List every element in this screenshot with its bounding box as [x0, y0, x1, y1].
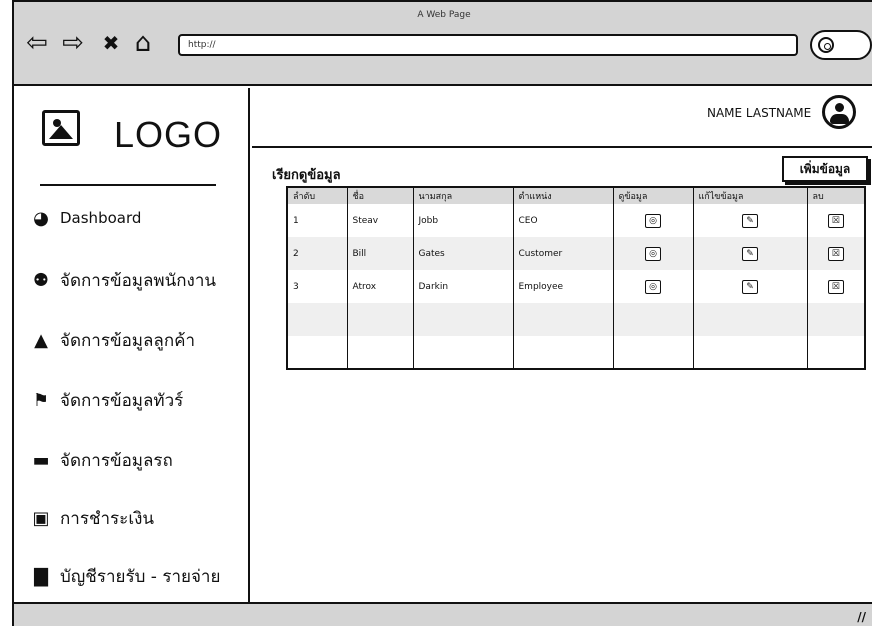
- forward-icon[interactable]: ⇨: [60, 30, 86, 56]
- sidebar-item-employees[interactable]: ⚉ จัดการข้อมูลพนักงาน: [30, 266, 216, 294]
- table-row: [287, 303, 865, 336]
- sidebar-item-label: บัญชีรายรับ - รายจ่าย: [60, 566, 221, 587]
- view-icon[interactable]: ◎: [645, 279, 661, 294]
- logo-divider: [40, 184, 216, 186]
- bar-chart-icon: ▇: [34, 565, 48, 587]
- edit-icon[interactable]: ✎: [742, 213, 758, 228]
- view-icon[interactable]: ◎: [645, 213, 661, 228]
- user-icon: ▲: [34, 329, 48, 351]
- column-header: แก้ไขข้อมูล: [692, 187, 807, 204]
- url-input[interactable]: http://: [178, 34, 798, 56]
- edit-icon[interactable]: ✎: [742, 246, 758, 261]
- sidebar-item-label: Dashboard: [60, 209, 142, 227]
- table-row: 2 Bill Gates Customer ◎ ✎ ☒: [287, 237, 865, 270]
- user-name: NAME LASTNAME: [707, 106, 812, 120]
- sidebar-item-cars[interactable]: ▬ จัดการข้อมูลรถ: [30, 446, 173, 474]
- back-icon[interactable]: ⇦: [24, 30, 50, 56]
- cell-no: [287, 336, 347, 369]
- cell-first-name: Bill: [346, 237, 413, 270]
- sidebar-item-accounts[interactable]: ▇ บัญชีรายรับ - รายจ่าย: [30, 562, 220, 590]
- sidebar-item-payments[interactable]: ▣ การชำระเงิน: [30, 504, 154, 532]
- cell-last-name: Gates: [412, 237, 513, 270]
- browser-toolbar: A Web Page ⇦ ⇨ ✖ ⌂ http://: [14, 0, 872, 86]
- sidebar-item-label: จัดการข้อมูลพนักงาน: [60, 270, 217, 291]
- dashboard-icon: ◕: [33, 207, 49, 229]
- data-table: ลำดับ ชื่อ นามสกุล ตำแหน่ง ดูข้อมูล แก้ไ…: [286, 186, 866, 370]
- logo-image-icon: [42, 110, 80, 146]
- sidebar: LOGO ◕ Dashboard ⚉ จัดการข้อมูลพนักงาน ▲…: [14, 88, 250, 602]
- sidebar-item-label: การชำระเงิน: [60, 508, 155, 529]
- cell-first-name: Steav: [346, 204, 413, 237]
- cell-position: [512, 336, 613, 369]
- sidebar-item-label: จัดการข้อมูลทัวร์: [60, 390, 184, 411]
- browser-search-button[interactable]: [810, 30, 872, 60]
- column-header: ดูข้อมูล: [612, 187, 693, 204]
- status-bar: //: [14, 602, 872, 626]
- table-row: 3 Atrox Darkin Employee ◎ ✎ ☒: [287, 270, 865, 303]
- car-icon: ▬: [32, 449, 50, 471]
- column-header: ตำแหน่ง: [512, 187, 613, 204]
- cell-no: 1: [293, 215, 299, 226]
- logo-text: LOGO: [114, 114, 223, 155]
- cell-last-name: Darkin: [412, 270, 513, 303]
- avatar-icon[interactable]: [822, 95, 856, 129]
- users-icon: ⚉: [32, 269, 50, 291]
- money-icon: ▣: [32, 507, 50, 529]
- search-icon: [818, 37, 834, 53]
- flag-icon: ⚑: [32, 389, 50, 411]
- delete-icon[interactable]: ☒: [827, 213, 844, 228]
- column-header: ลำดับ: [287, 187, 347, 204]
- cell-no: 3: [293, 281, 299, 292]
- cell-position: CEO: [512, 204, 613, 237]
- column-header: ชื่อ: [346, 187, 413, 204]
- sidebar-item-label: จัดการข้อมูลรถ: [60, 450, 173, 471]
- cell-position: [512, 303, 613, 336]
- cell-last-name: Jobb: [412, 204, 513, 237]
- cell-last-name: [412, 303, 513, 336]
- cell-position: Customer: [512, 237, 613, 270]
- table-row: [287, 336, 865, 369]
- section-title: เรียกดูข้อมูล: [272, 168, 341, 183]
- page-title: A Web Page: [417, 10, 471, 20]
- main-content: NAME LASTNAME เรียกดูข้อมูล เพิ่มข้อมูล …: [252, 88, 872, 602]
- delete-icon[interactable]: ☒: [827, 279, 844, 294]
- delete-icon[interactable]: ☒: [827, 246, 844, 261]
- header-divider: [252, 146, 872, 148]
- sidebar-item-label: จัดการข้อมูลลูกค้า: [60, 330, 196, 351]
- column-header: ลบ: [806, 187, 865, 204]
- edit-icon[interactable]: ✎: [742, 279, 758, 294]
- browser-window: A Web Page ⇦ ⇨ ✖ ⌂ http:// LOGO ◕ Dashbo…: [12, 0, 872, 626]
- stop-icon[interactable]: ✖: [98, 30, 124, 56]
- add-data-button[interactable]: เพิ่มข้อมูล: [782, 156, 868, 182]
- cell-first-name: [346, 303, 413, 336]
- cell-first-name: Atrox: [346, 270, 413, 303]
- column-header: นามสกุล: [412, 187, 513, 204]
- sidebar-item-dashboard[interactable]: ◕ Dashboard: [30, 204, 141, 232]
- resize-grip-icon[interactable]: //: [857, 610, 866, 624]
- cell-no: [287, 303, 347, 336]
- cell-last-name: [412, 336, 513, 369]
- cell-first-name: [346, 336, 413, 369]
- table-header-row: ลำดับ ชื่อ นามสกุล ตำแหน่ง ดูข้อมูล แก้ไ…: [287, 187, 865, 204]
- table-row: 1 Steav Jobb CEO ◎ ✎ ☒: [287, 204, 865, 237]
- sidebar-item-tours[interactable]: ⚑ จัดการข้อมูลทัวร์: [30, 386, 183, 414]
- cell-position: Employee: [512, 270, 613, 303]
- view-icon[interactable]: ◎: [645, 246, 661, 261]
- sidebar-item-customers[interactable]: ▲ จัดการข้อมูลลูกค้า: [30, 326, 195, 354]
- cell-no: 2: [287, 237, 347, 270]
- home-icon[interactable]: ⌂: [130, 30, 156, 56]
